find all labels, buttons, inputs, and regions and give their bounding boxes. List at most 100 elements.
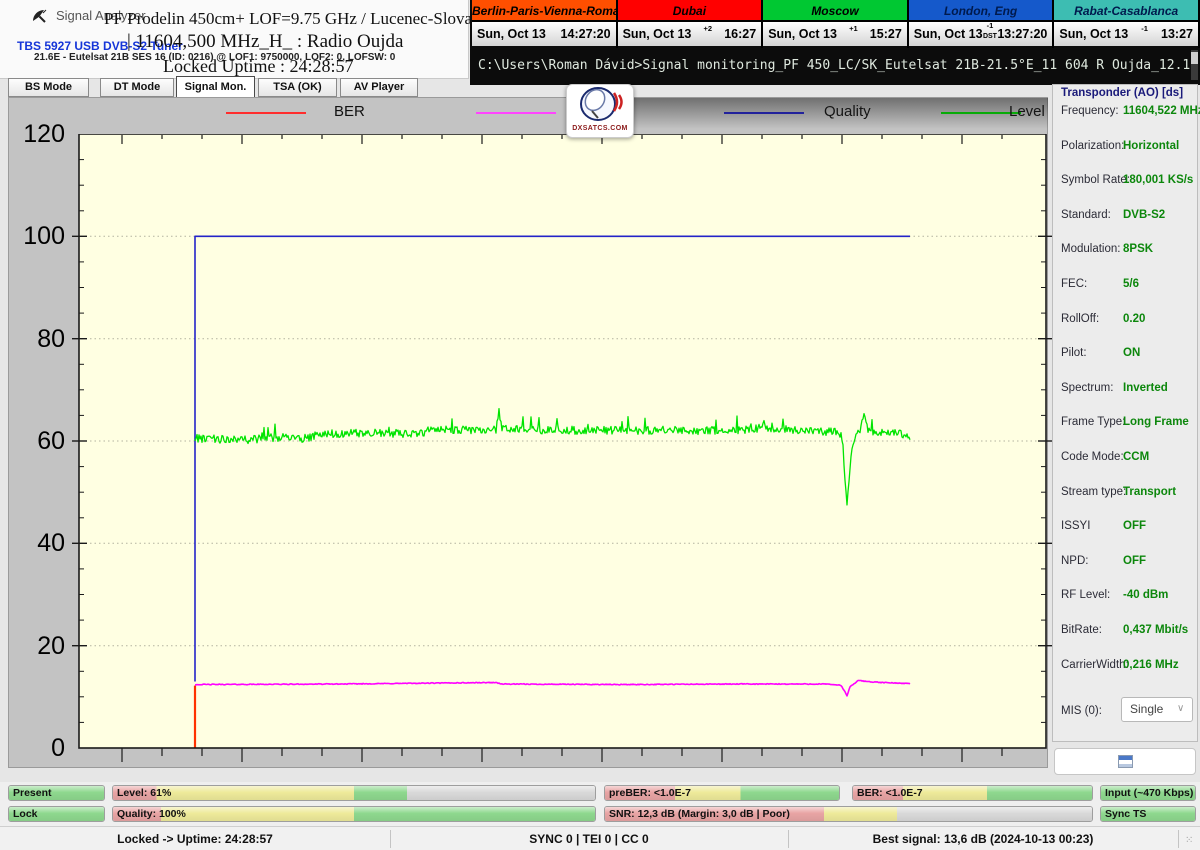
- tab-signal-mon-[interactable]: Signal Mon.: [176, 76, 255, 98]
- dxsatcs-dish-icon: [568, 85, 632, 123]
- tp-row-value-8: Inverted: [1123, 382, 1168, 394]
- clock-moscow: MoscowSun, Oct 13+115:27: [763, 0, 909, 48]
- y-tick-label-60: 60: [13, 427, 65, 456]
- clock-date: Sun, Oct 13: [914, 27, 983, 41]
- tp-row-value-3: DVB-S2: [1123, 209, 1165, 221]
- meter-label: Lock: [13, 808, 38, 820]
- clock-city-label: Dubai: [618, 0, 762, 22]
- legend-label-ber: BER: [334, 103, 365, 120]
- tp-row-label-14: RF Level:: [1061, 589, 1110, 601]
- clock-london-eng: London, EngSun, Oct 13-1DST13:27:20: [909, 0, 1055, 48]
- clock-date: Sun, Oct 13: [1059, 27, 1128, 41]
- clock-hms: 15:27: [870, 27, 902, 41]
- meter-sync-ts: Sync TS: [1100, 806, 1196, 822]
- mis-label: MIS (0):: [1061, 705, 1102, 717]
- tp-row-label-12: ISSYI: [1061, 520, 1090, 532]
- tp-row-label-3: Standard:: [1061, 209, 1111, 221]
- mis-dropdown[interactable]: Single ∨: [1121, 697, 1193, 722]
- meter-present: Present: [8, 785, 105, 801]
- legend-line-snr: [476, 112, 556, 114]
- meter-label: Level: 61%: [117, 787, 171, 799]
- resize-grip[interactable]: ⁙: [1185, 835, 1197, 847]
- status-sync: SYNC 0 | TEI 0 | CC 0: [390, 827, 788, 850]
- meter-sheen: [113, 786, 595, 800]
- clock-rabat-casablanca: Rabat-CasablancaSun, Oct 13-113:27: [1054, 0, 1200, 48]
- clock-hms: 16:27: [724, 27, 756, 41]
- meter-label: preBER: <1.0E-7: [609, 787, 691, 799]
- tab-dt-mode[interactable]: DT Mode: [100, 78, 174, 97]
- y-tick-label-40: 40: [13, 529, 65, 558]
- tp-row-value-1: Horizontal: [1123, 140, 1179, 152]
- clock-time: Sun, Oct 13+216:27: [618, 22, 762, 46]
- list-icon: [1118, 755, 1133, 768]
- meter-label: BER: <1.0E-7: [857, 787, 923, 799]
- meter-ber: BER: <1.0E-7: [852, 785, 1093, 801]
- y-tick-label-0: 0: [13, 734, 65, 763]
- status-uptime: Locked -> Uptime: 24:28:57: [0, 827, 390, 850]
- transponder-list-button[interactable]: [1054, 748, 1196, 775]
- meter-preber: preBER: <1.0E-7: [604, 785, 840, 801]
- tp-row-label-13: NPD:: [1061, 555, 1088, 567]
- y-tick-label-100: 100: [13, 222, 65, 251]
- tp-row-value-15: 0,437 Mbit/s: [1123, 624, 1188, 636]
- overlay-title: PF Prodelin 450cm+ LOF=9.75 GHz / Lucene…: [104, 9, 493, 29]
- tp-row-label-0: Frequency:: [1061, 105, 1119, 117]
- clock-date: Sun, Oct 13: [768, 27, 837, 41]
- tp-row-value-12: OFF: [1123, 520, 1146, 532]
- clock-time: Sun, Oct 1314:27:20: [472, 22, 616, 46]
- chevron-down-icon: ∨: [1177, 705, 1185, 713]
- clock-dubai: DubaiSun, Oct 13+216:27: [618, 0, 764, 48]
- tp-row-label-10: Code Mode:: [1061, 451, 1124, 463]
- meter-level: Level: 61%: [112, 785, 596, 801]
- clock-city-label: Moscow: [763, 0, 907, 22]
- scrollbar-thumb[interactable]: [1191, 52, 1198, 64]
- tp-row-value-13: OFF: [1123, 555, 1146, 567]
- tab-bs-mode[interactable]: BS Mode: [8, 78, 89, 97]
- clock-city-label: London, Eng: [909, 0, 1053, 22]
- tp-row-label-16: CarrierWidth:: [1061, 659, 1129, 671]
- meter-lock: Lock: [8, 806, 105, 822]
- tp-row-value-16: 0,216 MHz: [1123, 659, 1179, 671]
- tp-row-label-9: Frame Type:: [1061, 416, 1125, 428]
- transponder-panel: Transponder (AO) [ds] Frequency:11604,52…: [1052, 84, 1198, 742]
- clock-hms: 13:27:20: [997, 27, 1047, 41]
- tp-row-value-14: -40 dBm: [1123, 589, 1168, 601]
- y-tick-label-120: 120: [13, 120, 65, 149]
- meter-label: Sync TS: [1105, 808, 1146, 820]
- mis-selected-value: Single: [1130, 702, 1163, 716]
- signal-analyzer-app: Signal Analyzer TBS 5927 USB DVB-S2 Tune…: [0, 0, 1200, 850]
- status-best-signal: Best signal: 13,6 dB (2024-10-13 00:23): [788, 827, 1178, 850]
- console-scrollbar[interactable]: [1191, 50, 1198, 80]
- transponder-header: Transponder (AO) [ds]: [1061, 87, 1193, 99]
- console-prompt-line: C:\Users\Roman Dávid>Signal monitoring_P…: [478, 58, 1200, 73]
- y-tick-label-20: 20: [13, 632, 65, 661]
- tab-tsa-ok-[interactable]: TSA (OK): [258, 78, 337, 97]
- meter-label: Input (~470 Kbps): [1105, 787, 1193, 799]
- clock-time: Sun, Oct 13-1DST13:27:20: [909, 22, 1053, 46]
- frequency-overlay: | 11604,500 MHz_H_ : Radio Oujda: [127, 31, 403, 53]
- tp-row-value-4: 8PSK: [1123, 243, 1153, 255]
- meter-snr: SNR: 12,3 dB (Margin: 3,0 dB | Poor): [604, 806, 1093, 822]
- legend-label-level: Level: [1009, 103, 1045, 120]
- clock-city-label: Berlin-Paris-Vienna-Roma: [472, 0, 616, 22]
- legend-label-quality: Quality: [824, 103, 871, 120]
- status-bar: Locked -> Uptime: 24:28:57 SYNC 0 | TEI …: [0, 826, 1200, 850]
- clock-city-label: Rabat-Casablanca: [1054, 0, 1198, 22]
- tp-row-label-11: Stream type:: [1061, 486, 1126, 498]
- tp-row-value-10: CCM: [1123, 451, 1149, 463]
- divider: [1178, 830, 1179, 848]
- clock-date: Sun, Oct 13: [477, 27, 546, 41]
- tp-row-label-15: BitRate:: [1061, 624, 1102, 636]
- tab-av-player[interactable]: AV Player: [340, 78, 418, 97]
- tp-row-value-6: 0.20: [1123, 313, 1145, 325]
- legend-line-quality: [724, 112, 804, 114]
- tp-row-label-8: Spectrum:: [1061, 382, 1113, 394]
- y-tick-label-80: 80: [13, 325, 65, 354]
- tp-row-value-11: Transport: [1123, 486, 1176, 498]
- meter-label: SNR: 12,3 dB (Margin: 3,0 dB | Poor): [609, 808, 790, 820]
- clock-utc-offset: -1: [1128, 24, 1161, 37]
- tp-row-value-2: 180,001 KS/s: [1123, 174, 1193, 186]
- tp-row-label-4: Modulation:: [1061, 243, 1120, 255]
- clock-utc-offset: +2: [691, 24, 724, 37]
- tp-row-value-9: Long Frame: [1123, 416, 1189, 428]
